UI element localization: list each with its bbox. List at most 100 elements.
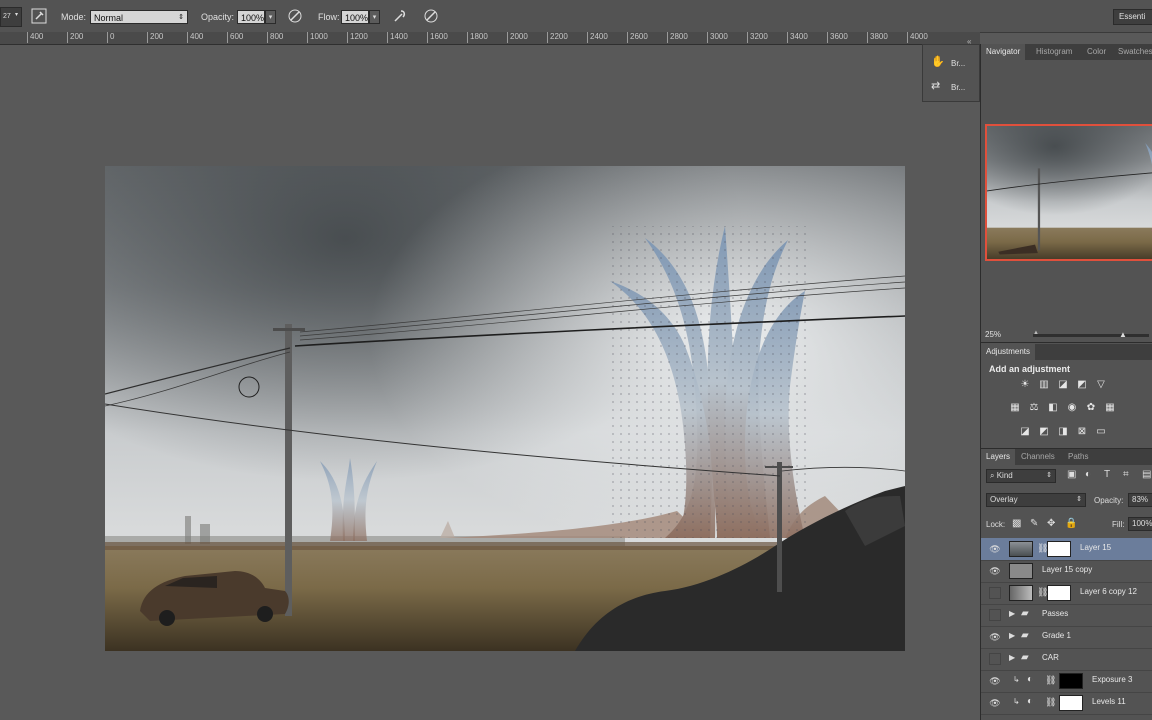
vibrance-icon[interactable]: ▽ (1095, 379, 1107, 391)
navigator-zoom-value[interactable]: 25% (985, 330, 1001, 339)
zoom-out-icon[interactable]: ▲ (1033, 330, 1039, 336)
eye-icon[interactable]: 👁 (989, 543, 1001, 555)
eye-icon[interactable]: 👁 (989, 565, 1001, 577)
layer-name[interactable]: Passes (1042, 609, 1068, 618)
layer-mask-thumbnail (1047, 585, 1071, 601)
flow-field[interactable]: 100% (341, 10, 369, 24)
layer-name[interactable]: CAR (1042, 653, 1059, 662)
threshold-icon[interactable]: ◨ (1057, 426, 1069, 438)
tab-channels[interactable]: Channels (1016, 449, 1060, 465)
selective-color-icon[interactable]: ⊠ (1076, 426, 1088, 438)
color-balance-icon[interactable]: ⚖ (1028, 402, 1040, 414)
pressure-opacity-icon[interactable] (286, 8, 304, 26)
layer-filter-select[interactable]: ⌕ Kind ⇕ (986, 469, 1056, 483)
layer-row[interactable]: ⛓ Layer 6 copy 12 (981, 582, 1152, 605)
tab-histogram[interactable]: Histogram (1031, 44, 1077, 60)
zoom-slider-thumb[interactable]: ▲ (1119, 330, 1127, 339)
eye-icon[interactable]: 👁 (989, 631, 1001, 643)
fill-field[interactable]: 100% (1128, 517, 1152, 531)
link-icon[interactable]: ⛓ (1045, 675, 1056, 686)
opacity-dropdown-button[interactable]: ▾ (265, 10, 276, 24)
tab-adjustments[interactable]: Adjustments (981, 344, 1036, 360)
collapse-icon[interactable]: « (967, 37, 971, 46)
layer-name[interactable]: Layer 15 copy (1042, 565, 1092, 574)
ruler-tick-label: 400 (187, 32, 203, 43)
ruler-tick-label: 200 (67, 32, 83, 43)
airbrush-icon[interactable] (391, 8, 409, 26)
layer-name[interactable]: Exposure 3 (1092, 675, 1132, 684)
eye-icon[interactable]: 👁 (989, 697, 1001, 709)
adjustment-layer-row[interactable]: 👁 ↳ ◐ ⛓ Exposure 3 (981, 670, 1152, 693)
channel-mixer-icon[interactable]: ✿ (1085, 402, 1097, 414)
brightness-contrast-icon[interactable]: ☀ (1019, 379, 1031, 391)
lock-transparent-icon[interactable]: ▩ (1012, 518, 1021, 529)
black-white-icon[interactable]: ◧ (1047, 402, 1059, 414)
adjustment-icons-row-3: ◪ ◩ ◨ ⊠ ▭ (1019, 426, 1129, 440)
mode-label: Mode: (61, 12, 87, 22)
exposure-icon[interactable]: ◩ (1076, 379, 1088, 391)
adjustments-tabbar: Adjustments (981, 344, 1152, 360)
navigator-preview[interactable] (985, 124, 1152, 261)
layer-group-row[interactable]: ▶ ▰ Passes (981, 604, 1152, 627)
layer-name[interactable]: Grade 1 (1042, 631, 1071, 640)
eye-icon[interactable]: 👁 (989, 675, 1001, 687)
folder-icon: ▰ (1021, 608, 1029, 619)
layer-row[interactable]: 👁 Layer 15 copy (981, 560, 1152, 583)
layer-row[interactable]: 👁 ⛓ Layer 15 (981, 538, 1152, 561)
brush-size-picker[interactable]: 27 ▾ (0, 7, 22, 27)
color-lookup-icon[interactable]: ▦ (1104, 402, 1116, 414)
layer-name[interactable]: Layer 6 copy 12 (1080, 587, 1137, 596)
blend-mode-select[interactable]: Overlay ⇕ (986, 493, 1086, 507)
tab-layers[interactable]: Layers (981, 449, 1016, 465)
expand-arrow-icon[interactable]: ▶ (1009, 609, 1015, 618)
clone-source-button[interactable]: ⇄ Br... (929, 79, 975, 97)
search-icon: ⌕ (990, 471, 995, 480)
tab-color[interactable]: Color (1082, 44, 1111, 60)
flow-dropdown-button[interactable]: ▾ (369, 10, 380, 24)
filter-smart-object-icon[interactable]: ▤ (1142, 469, 1151, 480)
layer-name[interactable]: Levels 11 (1092, 697, 1126, 706)
gradient-map-icon[interactable]: ▭ (1095, 426, 1107, 438)
lock-all-icon[interactable]: 🔒 (1065, 518, 1077, 529)
layer-opacity-field[interactable]: 83% (1128, 493, 1152, 507)
visibility-toggle[interactable] (989, 653, 1001, 665)
pressure-size-icon[interactable] (422, 8, 440, 26)
right-panel: Navigator Histogram Color Swatches 25% ▲… (980, 44, 1152, 720)
filter-adjustment-icon[interactable]: ◐ (1085, 469, 1091, 480)
horizontal-ruler[interactable]: 400 200 0 200 400 600 800 1000 1200 1400 1600 1800 2… (0, 32, 980, 45)
tab-navigator[interactable]: Navigator (981, 44, 1026, 60)
filter-pixel-icon[interactable]: ▣ (1067, 469, 1076, 480)
visibility-toggle[interactable] (989, 587, 1001, 599)
workspace-switcher[interactable]: Essenti (1113, 9, 1152, 25)
layer-mask-thumbnail (1059, 673, 1083, 689)
visibility-toggle[interactable] (989, 609, 1001, 621)
layer-group-row[interactable]: ▶ ▰ CAR (981, 648, 1152, 671)
document-canvas[interactable] (105, 166, 905, 651)
filter-type-icon[interactable]: T (1104, 469, 1110, 480)
navigator-zoom-slider[interactable]: ▲ ▲ (1033, 330, 1149, 339)
hue-saturation-icon[interactable]: ▦ (1009, 402, 1021, 414)
link-icon[interactable]: ⛓ (1045, 697, 1056, 708)
lock-position-icon[interactable]: ✥ (1047, 518, 1055, 529)
opacity-field[interactable]: 100% (237, 10, 265, 24)
fill-label: Fill: (1112, 520, 1125, 529)
tab-swatches[interactable]: Swatches (1113, 44, 1152, 60)
mode-select[interactable]: Normal ⇕ (90, 10, 188, 24)
invert-icon[interactable]: ◪ (1019, 426, 1031, 438)
expand-arrow-icon[interactable]: ▶ (1009, 631, 1015, 640)
posterize-icon[interactable]: ◩ (1038, 426, 1050, 438)
brush-preset-button[interactable]: ✋ Br... (929, 55, 975, 73)
panel-divider (981, 342, 1152, 343)
photo-filter-icon[interactable]: ◉ (1066, 402, 1078, 414)
lock-image-icon[interactable]: ✎ (1030, 518, 1038, 529)
layer-name[interactable]: Layer 15 (1080, 543, 1111, 552)
layer-group-row[interactable]: 👁 ▶ ▰ Grade 1 (981, 626, 1152, 649)
adjustment-layer-row[interactable]: 👁 ↳ ◐ ⛓ Levels 11 (981, 692, 1152, 715)
brush-panel-dock: « ✋ Br... ⇄ Br... (922, 37, 980, 102)
brush-panel-toggle-icon[interactable] (30, 8, 48, 26)
expand-arrow-icon[interactable]: ▶ (1009, 653, 1015, 662)
filter-shape-icon[interactable]: ⌗ (1123, 469, 1129, 480)
curves-icon[interactable]: ◪ (1057, 379, 1069, 391)
tab-paths[interactable]: Paths (1063, 449, 1093, 465)
levels-icon[interactable]: ▥ (1038, 379, 1050, 391)
